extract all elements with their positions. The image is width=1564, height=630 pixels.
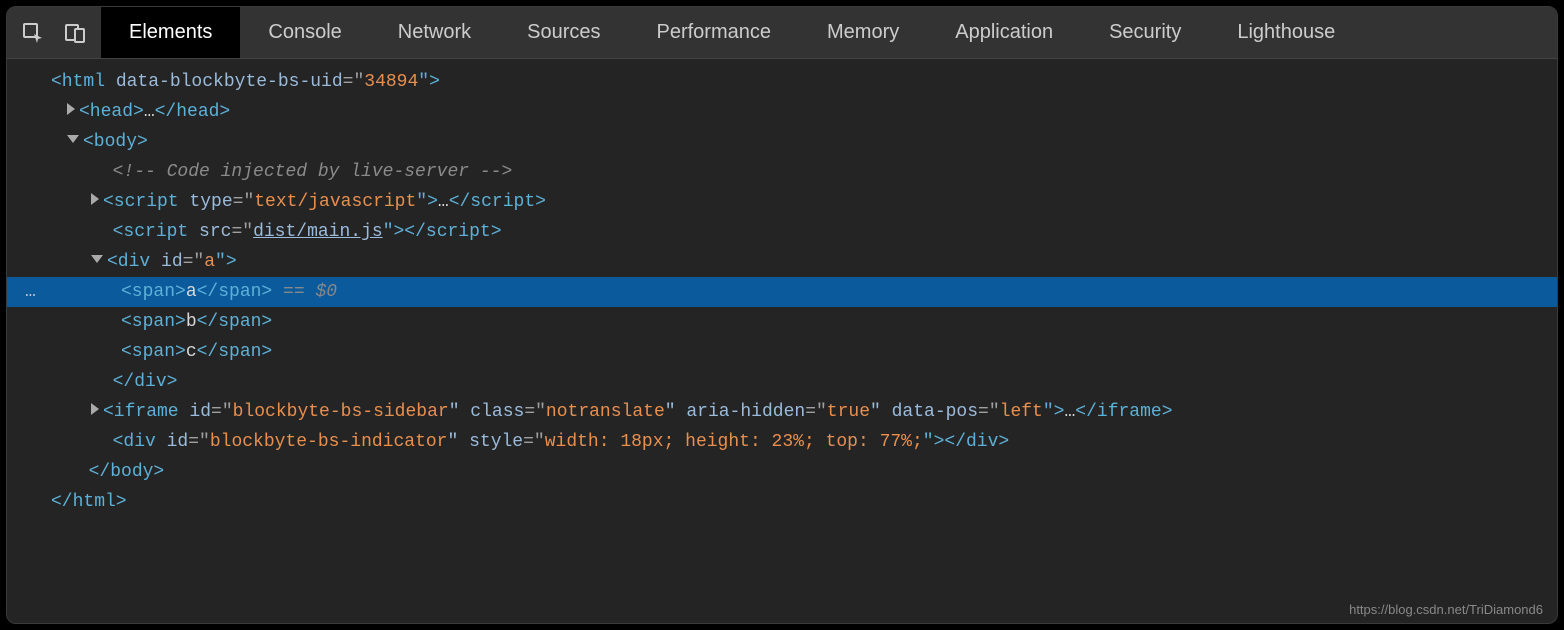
tab-security[interactable]: Security — [1081, 7, 1209, 58]
collapse-arrow-icon[interactable] — [67, 135, 79, 143]
device-toggle-icon[interactable] — [63, 21, 87, 45]
tab-application[interactable]: Application — [927, 7, 1081, 58]
expand-arrow-icon[interactable] — [67, 103, 75, 115]
tab-network[interactable]: Network — [370, 7, 499, 58]
dom-node-div-indicator[interactable]: <div id="blockbyte-bs-indicator" style="… — [7, 427, 1557, 457]
expand-arrow-icon[interactable] — [91, 403, 99, 415]
dom-node-body-close[interactable]: </body> — [7, 457, 1557, 487]
devtools-panel: Elements Console Network Sources Perform… — [6, 6, 1558, 624]
tab-console[interactable]: Console — [240, 7, 369, 58]
toolbar-icons — [7, 7, 101, 58]
dom-node-script-src[interactable]: <script src="dist/main.js"></script> — [7, 217, 1557, 247]
dom-node-span-c[interactable]: <span>c</span> — [7, 337, 1557, 367]
tab-sources[interactable]: Sources — [499, 7, 628, 58]
dom-node-script-inline[interactable]: <script type="text/javascript">…</script… — [7, 187, 1557, 217]
devtools-toolbar: Elements Console Network Sources Perform… — [7, 7, 1557, 59]
dom-node-div-a-open[interactable]: <div id="a"> — [7, 247, 1557, 277]
dom-node-comment[interactable]: <!-- Code injected by live-server --> — [7, 157, 1557, 187]
dom-node-span-b[interactable]: <span>b</span> — [7, 307, 1557, 337]
dom-node-body-open[interactable]: <body> — [7, 127, 1557, 157]
watermark-text: https://blog.csdn.net/TriDiamond6 — [1349, 602, 1543, 617]
dom-node-html-close[interactable]: </html> — [7, 487, 1557, 517]
collapse-arrow-icon[interactable] — [91, 255, 103, 263]
dom-tree[interactable]: <html data-blockbyte-bs-uid="34894"> <he… — [7, 59, 1557, 623]
dom-node-head[interactable]: <head>…</head> — [7, 97, 1557, 127]
tab-lighthouse[interactable]: Lighthouse — [1209, 7, 1363, 58]
ellipsis-icon[interactable]: … — [25, 277, 38, 307]
dom-node-span-a-selected[interactable]: …<span>a</span> == $0 — [7, 277, 1557, 307]
tab-elements[interactable]: Elements — [101, 7, 240, 58]
tab-performance[interactable]: Performance — [629, 7, 800, 58]
dom-node-html[interactable]: <html data-blockbyte-bs-uid="34894"> — [7, 67, 1557, 97]
dom-node-div-a-close[interactable]: </div> — [7, 367, 1557, 397]
devtools-tabs: Elements Console Network Sources Perform… — [101, 7, 1363, 58]
tab-memory[interactable]: Memory — [799, 7, 927, 58]
expand-arrow-icon[interactable] — [91, 193, 99, 205]
dom-node-iframe[interactable]: <iframe id="blockbyte-bs-sidebar" class=… — [7, 397, 1557, 427]
inspect-element-icon[interactable] — [21, 21, 45, 45]
